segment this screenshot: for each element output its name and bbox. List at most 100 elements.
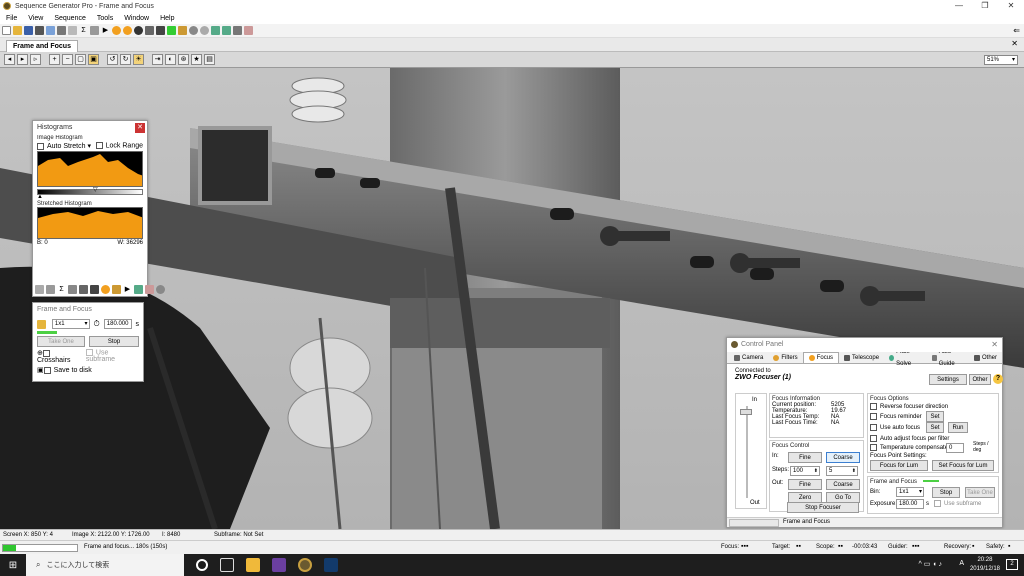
reminder-set-button[interactable]: Set [926,411,944,423]
cortana-icon[interactable] [196,559,208,571]
dome-icon[interactable] [156,26,165,35]
cp-use-subframe-checkbox[interactable]: Use subframe [934,500,981,507]
lock-range-checkbox[interactable]: Lock Range [95,142,143,150]
task-view-icon[interactable] [220,558,234,572]
use-auto-focus-checkbox[interactable]: Use auto focus [870,424,920,432]
last-icon[interactable]: ▹ [30,54,41,65]
focus-reminder-box[interactable] [870,413,877,421]
auto-focus-run-button[interactable]: Run [948,422,968,434]
menu-tools[interactable]: Tools [97,15,113,22]
hist-flat-icon[interactable] [112,285,121,294]
footer-tab-blank[interactable] [729,519,779,527]
rotate-right-icon[interactable]: ↻ [120,54,131,65]
use-subframe-checkbox[interactable]: Use subframe [85,349,139,364]
back-icon[interactable]: ◂ [4,54,15,65]
safety-icon[interactable] [222,26,231,35]
page-icon[interactable]: ▤ [204,54,215,65]
cp-exposure-input[interactable]: 180.00 [896,499,924,509]
auto-stretch-box[interactable] [37,142,44,150]
zoom-actual-icon[interactable]: ▣ [88,54,99,65]
guide-icon[interactable] [167,26,176,35]
tab-telescope[interactable]: Telescope [839,352,884,363]
set-focus-for-lum-button[interactable]: Set Focus for Lum [932,460,994,472]
exposure-input[interactable]: 180.000 [103,319,132,329]
tab-focus[interactable]: Focus [802,352,840,363]
use-auto-focus-box[interactable] [870,424,877,432]
menu-view[interactable]: View [28,15,43,22]
hist-tool-2-icon[interactable] [46,285,55,294]
zoom-out-icon[interactable]: − [62,54,73,65]
crosshairs-checkbox[interactable]: ⊕Crosshairs [37,349,86,364]
maximize-button[interactable]: ❐ [972,0,998,12]
zoom-select[interactable]: 51% ▾ [984,55,1018,65]
temp-compensate-box[interactable] [870,444,877,452]
tab-camera[interactable]: Camera [729,352,768,363]
zoom-fit-icon[interactable]: ▢ [75,54,86,65]
cp-take-one-button[interactable]: Take One [965,487,995,498]
telescope-icon[interactable] [145,26,154,35]
tab-plate-solve[interactable]: Plate Solve [884,349,927,367]
invert-icon[interactable]: ◐ [165,54,176,65]
taskbar-search[interactable]: ⌕ ここに入力して検索 [26,554,184,576]
footer-tab-frame-focus[interactable]: Frame and Focus [783,519,830,525]
sigma-icon[interactable]: Σ [79,26,88,35]
focus-slider-track[interactable] [746,406,748,498]
auto-focus-set-button[interactable]: Set [926,422,944,434]
in-fine-button[interactable]: Fine [788,452,822,463]
focuser-settings-button[interactable]: Settings [929,374,967,385]
auto-adjust-box[interactable] [870,435,877,443]
filter-wheel-icon[interactable] [189,26,198,35]
play-icon[interactable]: ▶ [101,26,110,35]
annotate-icon[interactable]: ⊛ [178,54,189,65]
weather-icon[interactable] [211,26,220,35]
tray-icons[interactable]: ^ ▭ ◖ ♪ [919,560,942,568]
hist-play-icon[interactable]: ▶ [123,285,132,294]
notes-icon[interactable] [244,26,253,35]
auto-adjust-checkbox[interactable]: Auto adjust focus per filter [870,435,949,443]
reverse-direction-checkbox[interactable]: Reverse focuser direction [870,403,948,410]
rotate-left-icon[interactable]: ↺ [107,54,118,65]
focus-for-lum-button[interactable]: Focus for Lum [870,460,928,472]
flat-icon[interactable] [178,26,187,35]
tab-frame-and-focus[interactable]: Frame and Focus [6,40,78,52]
temp-compensate-checkbox[interactable]: Temperature compensate [870,444,948,452]
star-icon[interactable]: ★ [191,54,202,65]
focus-reminder-checkbox[interactable]: Focus reminder [870,413,922,421]
bin-select[interactable]: 1x1 ▾ [51,319,90,329]
sgpro-taskbar-icon[interactable] [298,558,312,572]
close-doc-icon[interactable]: ✕ [1011,39,1018,48]
auto-stretch-dropdown-icon[interactable]: ▾ [87,143,91,150]
settings-icon[interactable] [200,26,209,35]
focus-slider-handle[interactable] [740,409,752,415]
menu-file[interactable]: File [6,15,17,22]
cp-bin-select[interactable]: 1x1 ▾ [896,487,924,497]
take-one-button[interactable]: Take One [37,336,86,347]
hist-sigma-icon[interactable]: Σ [57,285,66,294]
hist-tool-3-icon[interactable] [68,285,77,294]
crosshairs-box[interactable] [42,349,50,357]
lock-range-box[interactable] [95,142,103,149]
save-icon[interactable] [24,26,33,35]
stretch-handles[interactable]: ▲ ▽ [37,187,143,201]
minimize-button[interactable]: — [946,0,972,12]
zoom-in-icon[interactable]: + [49,54,60,65]
start-icon[interactable]: ⊞ [0,560,26,571]
hist-settings-icon[interactable] [156,285,165,294]
menu-help[interactable]: Help [160,15,174,22]
ime-indicator[interactable]: A [959,560,964,567]
out-coarse-button[interactable]: Coarse [826,479,860,490]
tab-auto-guide[interactable]: Auto Guide [927,349,969,367]
reverse-direction-box[interactable] [870,403,877,410]
hist-guide-icon[interactable] [134,285,143,294]
cp-use-subframe-box[interactable] [934,500,941,507]
stretch-icon[interactable]: ☀ [133,54,144,65]
temp-comp-input[interactable]: 0 [946,443,964,454]
stop-focuser-button[interactable]: Stop Focuser [787,502,859,513]
cut-icon[interactable] [35,26,44,35]
forward-icon[interactable]: ▸ [17,54,28,65]
coarse-steps-input[interactable]: 5 ⬍ [826,466,858,476]
hist-sun-icon[interactable] [101,285,110,294]
target-icon[interactable] [134,26,143,35]
tab-filters[interactable]: Filters [768,352,802,363]
new-icon[interactable] [2,26,11,35]
